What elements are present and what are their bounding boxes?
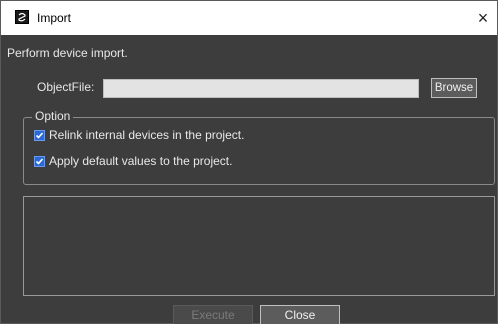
relink-option-label: Relink internal devices in the project.: [49, 128, 245, 142]
close-button[interactable]: Close: [260, 305, 340, 324]
relink-option-row[interactable]: Relink internal devices in the project.: [34, 128, 244, 142]
apply-defaults-option-label: Apply default values to the project.: [49, 154, 233, 168]
object-file-input[interactable]: [103, 79, 419, 98]
option-group-legend: Option: [32, 109, 74, 123]
object-file-label: ObjectFile:: [37, 80, 95, 94]
relink-checkbox[interactable]: [34, 129, 45, 141]
execute-button[interactable]: Execute: [173, 305, 253, 324]
checkmark-icon: [35, 157, 44, 165]
option-group: Option Relink internal devices in the pr…: [23, 109, 495, 185]
apply-defaults-checkbox[interactable]: [34, 155, 45, 167]
browse-button[interactable]: Browse: [431, 78, 477, 98]
close-icon[interactable]: ×: [473, 8, 493, 28]
title-bar: Import ×: [1, 1, 497, 35]
import-dialog: Import × Perform device import. ObjectFi…: [0, 0, 498, 324]
instruction-text: Perform device import.: [7, 46, 128, 60]
checkmark-icon: [35, 131, 44, 139]
app-logo-icon: [15, 10, 29, 24]
log-output-area[interactable]: [23, 196, 495, 296]
window-title: Import: [37, 11, 72, 25]
apply-defaults-option-row[interactable]: Apply default values to the project.: [34, 154, 232, 168]
